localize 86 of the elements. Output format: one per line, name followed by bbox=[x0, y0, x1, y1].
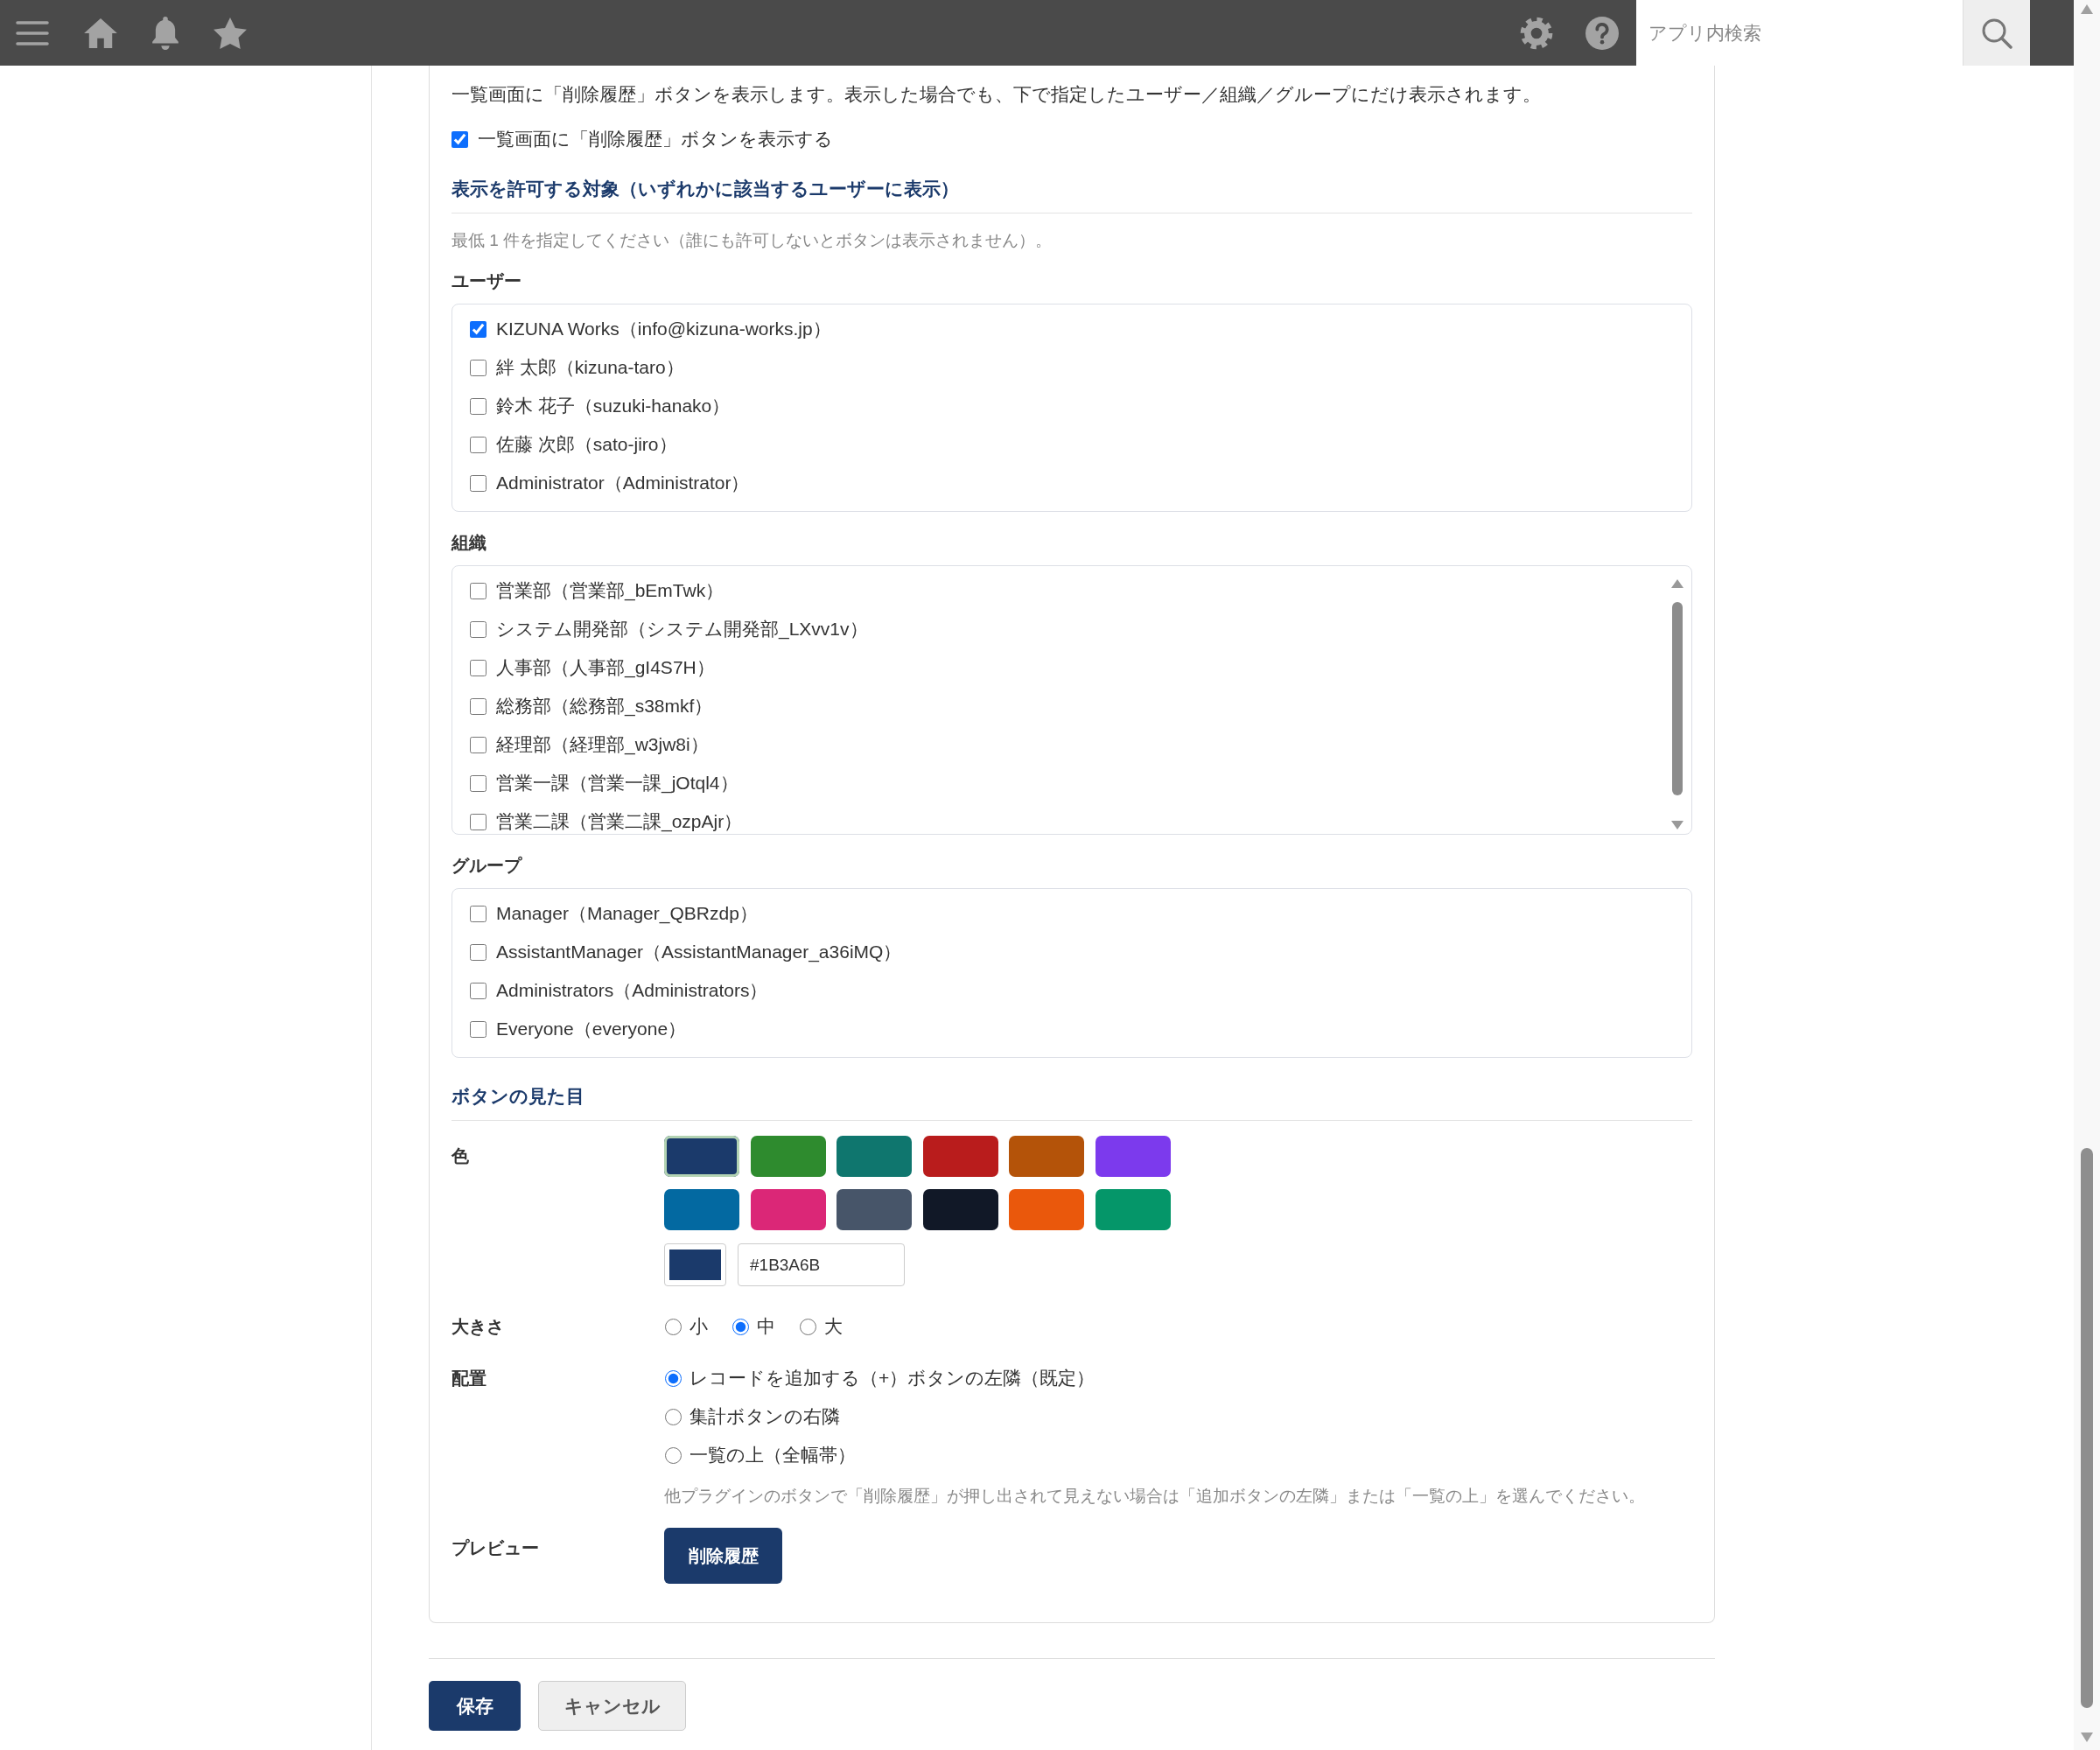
field-label: 配置 bbox=[452, 1368, 487, 1390]
search-icon bbox=[1981, 17, 2012, 49]
checkbox[interactable] bbox=[470, 620, 486, 638]
checkbox[interactable] bbox=[452, 130, 468, 148]
checkbox[interactable] bbox=[470, 397, 486, 415]
field-label: 組織 bbox=[452, 532, 487, 554]
section-heading: 表示を許可する対象（いずれかに該当するユーザーに表示） bbox=[452, 176, 1692, 214]
checkbox[interactable] bbox=[470, 474, 486, 492]
color-swatch-icon[interactable] bbox=[750, 1136, 826, 1177]
checkbox[interactable] bbox=[470, 774, 486, 792]
radio-button[interactable] bbox=[800, 1318, 816, 1335]
preview-button[interactable]: 削除履歴 bbox=[664, 1528, 782, 1584]
option-label: 総務部（総務部_s38mkf） bbox=[496, 695, 713, 718]
checkbox[interactable] bbox=[470, 905, 486, 922]
option-label: AssistantManager（AssistantManager_a36iMQ） bbox=[496, 941, 902, 963]
option-label: 人事部（人事部_gI4S7H） bbox=[496, 656, 715, 679]
option-label: 営業一課（営業一課_jOtql4） bbox=[496, 772, 738, 794]
hex-input-field[interactable]: #1B3A6B bbox=[738, 1243, 905, 1286]
search-button[interactable] bbox=[1963, 0, 2030, 66]
field-label: ユーザー bbox=[452, 270, 522, 292]
save-button[interactable]: 保存 bbox=[429, 1681, 521, 1731]
checkbox[interactable] bbox=[470, 943, 486, 961]
color-swatch-icon[interactable] bbox=[922, 1189, 998, 1230]
section-heading: ボタンの見た目 bbox=[452, 1083, 1692, 1121]
bell-icon[interactable] bbox=[152, 16, 178, 50]
scrollbar[interactable] bbox=[1669, 578, 1686, 830]
color-swatch-icon[interactable] bbox=[1009, 1189, 1084, 1230]
field-label: 色 bbox=[452, 1145, 470, 1167]
star-icon[interactable] bbox=[214, 17, 247, 49]
option-label: 鈴木 花子（suzuki-hanako） bbox=[496, 395, 731, 417]
radio-button[interactable] bbox=[665, 1318, 682, 1335]
cancel-button[interactable]: キャンセル bbox=[538, 1681, 686, 1731]
color-swatch-icon[interactable] bbox=[836, 1189, 912, 1230]
option-label: Everyone（everyone） bbox=[496, 1018, 687, 1040]
checkbox[interactable] bbox=[470, 982, 486, 999]
checkbox[interactable] bbox=[470, 659, 486, 676]
option-label: KIZUNA Works（info@kizuna-works.jp） bbox=[496, 318, 831, 340]
color-swatch-icon[interactable] bbox=[1095, 1136, 1171, 1177]
color-swatch-icon[interactable] bbox=[1009, 1136, 1084, 1177]
option-label: 営業部（営業部_bEmTwk） bbox=[496, 579, 724, 602]
radio-button[interactable] bbox=[665, 1408, 682, 1425]
checkbox[interactable] bbox=[470, 582, 486, 599]
help-icon[interactable] bbox=[1586, 16, 1619, 50]
radio-label: 中 bbox=[757, 1315, 775, 1338]
option-label: 経理部（経理部_w3jw8i） bbox=[496, 733, 709, 756]
field-label: 大きさ bbox=[452, 1316, 505, 1338]
option-label: Manager（Manager_QBRzdp） bbox=[496, 902, 758, 925]
radio-label: 小 bbox=[690, 1315, 708, 1338]
option-label: システム開発部（システム開発部_LXvv1v） bbox=[496, 618, 868, 640]
color-swatch-icon[interactable] bbox=[836, 1136, 912, 1177]
radio-button[interactable] bbox=[665, 1446, 682, 1464]
settings-icon[interactable] bbox=[1520, 16, 1553, 50]
color-picker-button[interactable] bbox=[664, 1243, 726, 1286]
checkbox[interactable] bbox=[470, 1020, 486, 1038]
checkbox[interactable] bbox=[470, 697, 486, 715]
option-label: 佐藤 次郎（sato-jiro） bbox=[496, 433, 677, 456]
option-label: 営業二課（営業二課_ozpAjr） bbox=[496, 810, 743, 833]
radio-label: レコードを追加する（+）ボタンの左隣（既定） bbox=[690, 1367, 1096, 1390]
menu-icon[interactable] bbox=[16, 18, 49, 47]
checkbox-label: 一覧画面に「削除履歴」ボタンを表示する bbox=[478, 128, 833, 150]
radio-label: 集計ボタンの右隣 bbox=[690, 1405, 840, 1428]
description-text: 一覧画面に「削除履歴」ボタンを表示します。表示した場合でも、下で指定したユーザー／組織／グループにだけ表示されます。 bbox=[452, 83, 1542, 106]
radio-button[interactable] bbox=[732, 1318, 749, 1335]
field-label: プレビュー bbox=[452, 1537, 540, 1559]
checkbox[interactable] bbox=[470, 436, 486, 453]
home-icon[interactable] bbox=[84, 18, 117, 48]
radio-button[interactable] bbox=[665, 1369, 682, 1387]
checkbox[interactable] bbox=[470, 736, 486, 753]
color-swatch-icon[interactable] bbox=[750, 1189, 826, 1230]
color-swatch-icon[interactable] bbox=[1095, 1189, 1171, 1230]
option-label: Administrators（Administrators） bbox=[496, 979, 768, 1002]
page-scrollbar[interactable] bbox=[2074, 0, 2100, 1750]
color-swatch-icon[interactable] bbox=[664, 1189, 739, 1230]
option-label: 絆 太郎（kizuna-taro） bbox=[496, 356, 684, 379]
search-field[interactable]: アプリ内検索 bbox=[1636, 0, 1963, 66]
color-swatch-icon[interactable] bbox=[664, 1136, 739, 1177]
hint-text: 最低 1 件を指定してください（誰にも許可しないとボタンは表示されません）。 bbox=[452, 230, 1054, 251]
radio-label: 大 bbox=[824, 1315, 843, 1338]
checkbox[interactable] bbox=[470, 359, 486, 376]
field-label: グループ bbox=[452, 855, 523, 877]
checkbox[interactable] bbox=[470, 320, 486, 338]
checkbox[interactable] bbox=[470, 813, 486, 830]
color-swatch-icon[interactable] bbox=[922, 1136, 998, 1177]
radio-label: 一覧の上（全幅帯） bbox=[690, 1444, 856, 1466]
note-text: 他プラグインのボタンで「削除履歴」が押し出されて見えない場合は「追加ボタンの左隣」または「一覧の上」を選んでください。 bbox=[664, 1486, 1646, 1507]
option-label: Administrator（Administrator） bbox=[496, 472, 750, 494]
